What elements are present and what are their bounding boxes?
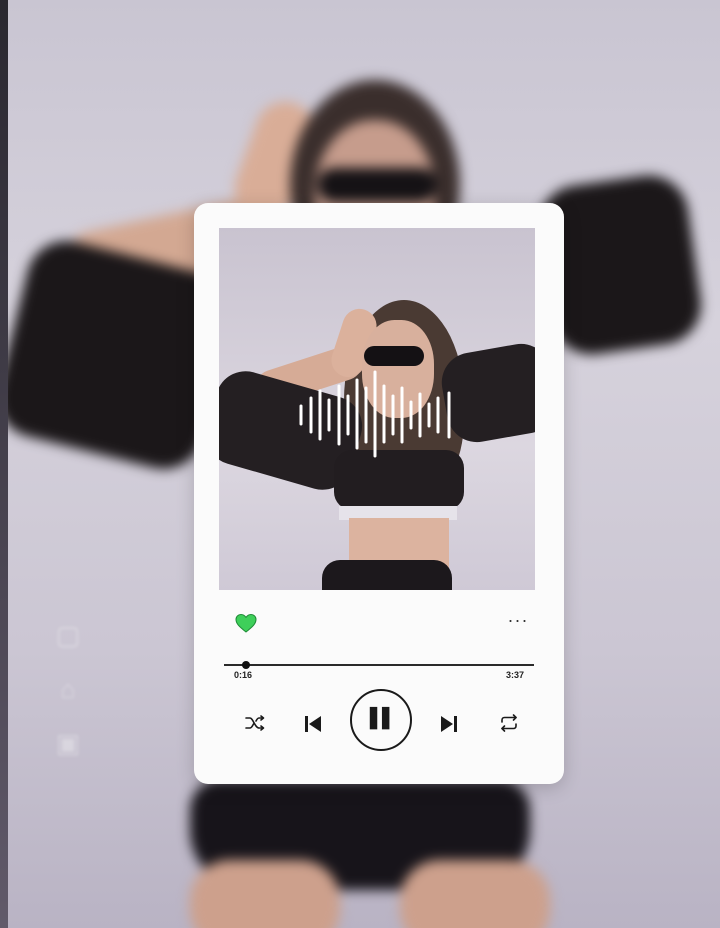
- progress-bar[interactable]: [224, 661, 534, 670]
- background-photo: ▢ ⌂ ▣ ··· 0:16 3:37: [0, 0, 720, 928]
- more-options-icon[interactable]: ···: [506, 611, 530, 633]
- total-time: 3:37: [506, 670, 525, 680]
- progress-knob[interactable]: [241, 661, 250, 669]
- playback-controls: [234, 689, 534, 759]
- current-time: 0:16: [234, 670, 253, 680]
- shuffle-icon[interactable]: [244, 713, 266, 733]
- track-actions-row: ···: [234, 611, 530, 635]
- faded-side-icons: ▢ ⌂ ▣: [55, 620, 81, 758]
- progress-track: [224, 664, 534, 666]
- left-edge-strip: [0, 0, 8, 928]
- skip-next-icon[interactable]: [438, 713, 460, 735]
- soundwave-icon: [299, 370, 451, 458]
- heart-icon[interactable]: [234, 611, 258, 635]
- music-player-card: ··· 0:16 3:37: [194, 203, 564, 784]
- pause-button[interactable]: [350, 689, 412, 751]
- skip-previous-icon[interactable]: [302, 713, 324, 735]
- pause-icon: [369, 706, 390, 730]
- repeat-icon[interactable]: [498, 713, 520, 733]
- album-cover: [219, 228, 535, 590]
